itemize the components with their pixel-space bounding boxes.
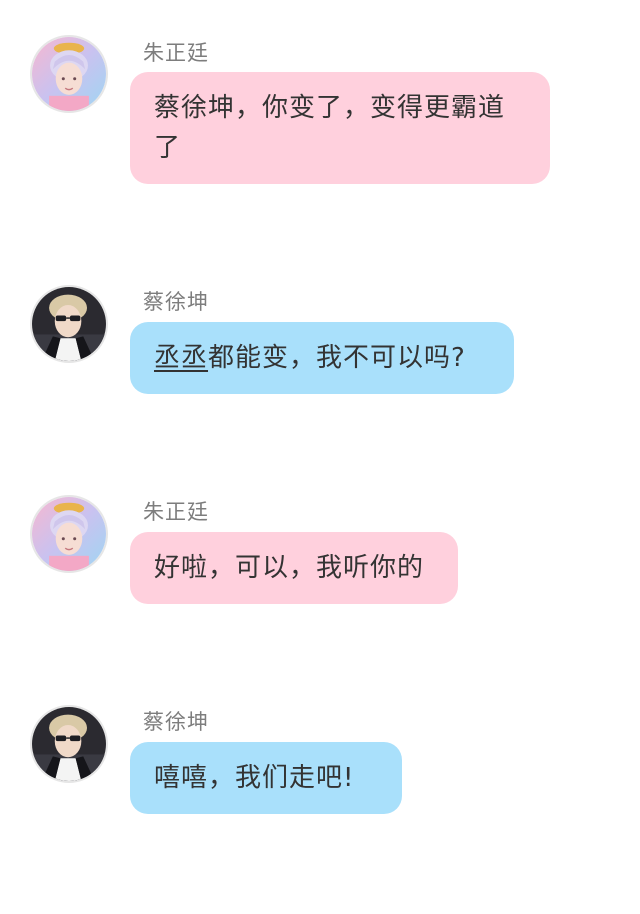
avatar-cai-xukun-image <box>32 707 106 781</box>
sender-name: 蔡徐坤 <box>143 710 209 734</box>
message-bubble[interactable]: 蔡徐坤，你变了，变得更霸道了 <box>130 72 550 184</box>
mention-link[interactable]: 丞丞 <box>154 343 208 373</box>
avatar-zhu-zhengting-image <box>32 497 106 571</box>
avatar-cai-xukun-image <box>32 287 106 361</box>
message-bubble[interactable]: 好啦，可以，我听你的 <box>130 532 458 604</box>
avatar-zhu-zhengting-image <box>32 37 106 111</box>
avatar-cai-xukun-icon[interactable] <box>30 285 108 363</box>
message-text: 嘻嘻，我们走吧! <box>154 763 355 793</box>
message-text: 好啦，可以，我听你的 <box>154 553 425 583</box>
message-text: 都能变，我不可以吗? <box>208 343 466 373</box>
sender-name: 蔡徐坤 <box>143 290 209 314</box>
avatar-cai-xukun-icon[interactable] <box>30 705 108 783</box>
message-bubble[interactable]: 丞丞都能变，我不可以吗? <box>130 322 514 394</box>
message-bubble[interactable]: 嘻嘻，我们走吧! <box>130 742 402 814</box>
message-text: 蔡徐坤，你变了，变得更霸道了 <box>154 93 506 163</box>
avatar-zhu-zhengting-icon[interactable] <box>30 35 108 113</box>
avatar-zhu-zhengting-icon[interactable] <box>30 495 108 573</box>
sender-name: 朱正廷 <box>143 41 209 65</box>
sender-name: 朱正廷 <box>143 500 209 524</box>
